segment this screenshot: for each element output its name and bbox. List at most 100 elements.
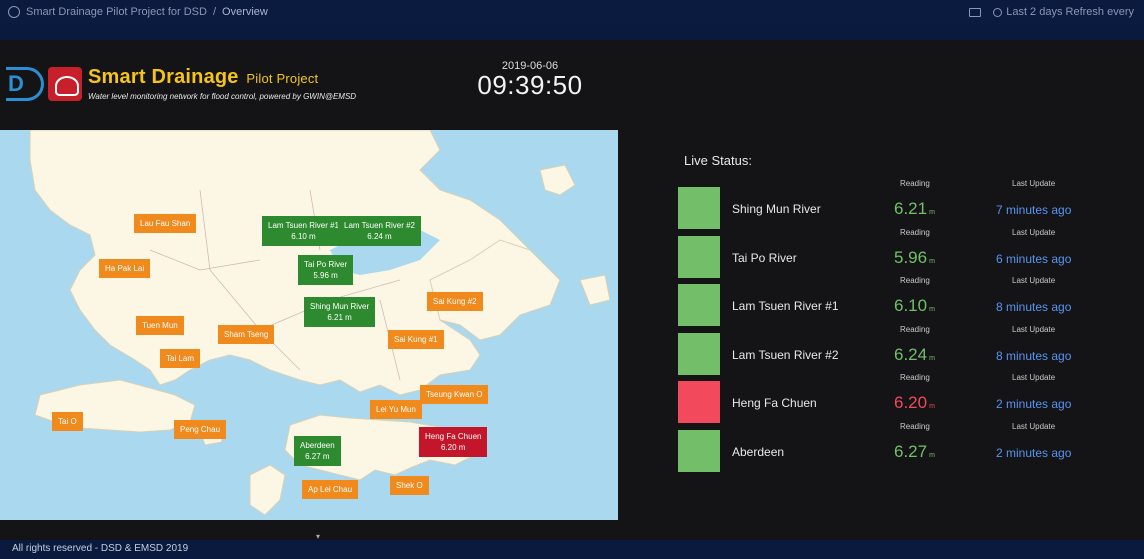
site-name: Aberdeen	[732, 445, 785, 459]
status-swatch	[678, 381, 720, 423]
dashboard-app-icon[interactable]	[8, 6, 20, 18]
marker-label: Tai Po River	[304, 260, 348, 269]
reading-label: Reading	[900, 276, 930, 285]
status-row-heng-fa-chuen: Heng Fa Chuen Reading 6.20 m Last Update …	[678, 373, 1138, 425]
last-update-label: Last Update	[1012, 179, 1056, 188]
marker-label: Tseung Kwan O	[426, 390, 483, 399]
last-update-label: Last Update	[1012, 276, 1056, 285]
station-map[interactable]: Lau Fau Shan Ha Pak Lai Tuen Mun Tai Lam…	[0, 130, 618, 520]
time-range-picker[interactable]: Last 2 days Refresh every	[993, 6, 1134, 18]
live-status-title: Live Status:	[684, 153, 752, 168]
status-swatch	[678, 236, 720, 278]
breadcrumb-current[interactable]: Overview	[222, 6, 268, 18]
map-marker-ha-pak-lai[interactable]: Ha Pak Lai	[99, 259, 151, 278]
marker-value: 6.24 m	[367, 232, 392, 241]
clock-icon	[993, 7, 1003, 17]
last-update-label: Last Update	[1012, 422, 1056, 431]
dashboard-panel: D Smart Drainage Pilot Project Water lev…	[0, 40, 1144, 540]
marker-label: Tai O	[58, 417, 77, 426]
marker-label: Sai Kung #2	[433, 297, 477, 306]
status-row-shing-mun-river: Shing Mun River Reading 6.21 m Last Updat…	[678, 179, 1138, 231]
reading-value: 6.10 m	[894, 296, 935, 315]
map-marker-shing-mun-river[interactable]: Shing Mun River 6.21 m	[304, 297, 376, 327]
map-marker-sai-kung-1[interactable]: Sai Kung #1	[388, 330, 444, 349]
last-update-label: Last Update	[1012, 228, 1056, 237]
breadcrumb-separator: /	[212, 6, 217, 18]
reading-value: 6.24 m	[894, 345, 935, 364]
map-marker-heng-fa-chuen[interactable]: Heng Fa Chuen 6.20 m	[419, 427, 488, 457]
status-swatch	[678, 284, 720, 326]
last-update-value: 8 minutes ago	[996, 300, 1072, 314]
status-swatch	[678, 333, 720, 375]
last-update-value: 8 minutes ago	[996, 349, 1072, 363]
map-marker-tai-lam[interactable]: Tai Lam	[160, 349, 201, 368]
map-marker-tuen-mun[interactable]: Tuen Mun	[136, 316, 184, 335]
status-row-lam-tsuen-river-1: Lam Tsuen River #1 Reading 6.10 m Last Up…	[678, 276, 1138, 328]
map-marker-ap-lei-chau[interactable]: Ap Lei Chau	[302, 480, 359, 499]
marker-label: Aberdeen	[300, 441, 335, 450]
marker-label: Ha Pak Lai	[105, 264, 145, 273]
last-update-value: 2 minutes ago	[996, 397, 1072, 411]
map-marker-lei-yu-mun[interactable]: Lei Yu Mun	[370, 400, 422, 419]
dashboard-header: D Smart Drainage Pilot Project Water lev…	[0, 40, 1144, 130]
site-name: Tai Po River	[732, 251, 797, 265]
reading-label: Reading	[900, 228, 930, 237]
map-marker-sai-kung-2[interactable]: Sai Kung #2	[427, 292, 483, 311]
map-marker-lau-fau-shan[interactable]: Lau Fau Shan	[134, 214, 197, 233]
status-row-aberdeen: Aberdeen Reading 6.27 m Last Update 2 min…	[678, 422, 1138, 474]
marker-label: Lam Tsuen River #1	[268, 221, 339, 230]
app-tagline: Water level monitoring network for flood…	[88, 92, 357, 101]
emsd-logo	[48, 67, 82, 101]
status-row-tai-po-river: Tai Po River Reading 5.96 m Last Update 6…	[678, 228, 1138, 280]
last-update-value: 6 minutes ago	[996, 252, 1072, 266]
reading-label: Reading	[900, 422, 930, 431]
marker-label: Tuen Mun	[142, 321, 178, 330]
breadcrumb: Smart Drainage Pilot Project for DSD / O…	[8, 6, 268, 18]
marker-label: Heng Fa Chuen	[425, 432, 482, 441]
site-name: Shing Mun River	[732, 202, 821, 216]
footer-copyright: All rights reserved - DSD & EMSD 2019	[12, 543, 189, 554]
reading-label: Reading	[900, 179, 930, 188]
dsd-logo: D	[6, 67, 44, 101]
marker-label: Tai Lam	[166, 354, 195, 363]
reading-value: 6.27 m	[894, 442, 935, 461]
map-marker-peng-chau[interactable]: Peng Chau	[174, 420, 227, 439]
marker-label: Shing Mun River	[310, 302, 370, 311]
marker-value: 6.21 m	[327, 313, 352, 322]
status-row-lam-tsuen-river-2: Lam Tsuen River #2 Reading 6.24 m Last Up…	[678, 325, 1138, 377]
reading-value: 5.96 m	[894, 248, 935, 267]
tv-mode-icon[interactable]	[969, 7, 982, 17]
reading-label: Reading	[900, 373, 930, 382]
map-marker-aberdeen[interactable]: Aberdeen 6.27 m	[294, 436, 341, 466]
marker-label: Sham Tseng	[224, 330, 269, 339]
app-title-suffix: Pilot Project	[246, 71, 319, 86]
marker-label: Peng Chau	[180, 425, 221, 434]
marker-value: 5.96 m	[313, 271, 338, 280]
last-update-label: Last Update	[1012, 325, 1056, 334]
marker-label: Sai Kung #1	[394, 335, 438, 344]
map-marker-tai-o[interactable]: Tai O	[52, 412, 83, 431]
last-update-value: 7 minutes ago	[996, 203, 1072, 217]
breadcrumb-folder[interactable]: Smart Drainage Pilot Project for DSD	[26, 6, 207, 18]
map-marker-shek-o[interactable]: Shek O	[390, 476, 429, 495]
marker-label: Lei Yu Mun	[376, 405, 416, 414]
map-marker-tseung-kwan-o[interactable]: Tseung Kwan O	[420, 385, 489, 404]
map-marker-sham-tseng[interactable]: Sham Tseng	[218, 325, 275, 344]
collapse-caret-icon[interactable]: ▾	[316, 532, 320, 541]
app-title-main: Smart Drainage	[88, 66, 239, 88]
current-time: 09:39:50	[477, 70, 583, 100]
marker-value: 6.10 m	[291, 232, 316, 241]
marker-label: Lau Fau Shan	[140, 219, 191, 228]
reading-value: 6.20 m	[894, 393, 935, 412]
map-marker-lam-tsuen-river-2[interactable]: Lam Tsuen River #2 6.24 m	[338, 216, 421, 246]
map-marker-lam-tsuen-river-1[interactable]: Lam Tsuen River #1 6.10 m	[262, 216, 345, 246]
marker-value: 6.27 m	[305, 452, 330, 461]
status-swatch	[678, 430, 720, 472]
map-marker-tai-po-river[interactable]: Tai Po River 5.96 m	[298, 255, 354, 285]
marker-label: Shek O	[396, 481, 423, 490]
reading-value: 6.21 m	[894, 199, 935, 218]
reading-label: Reading	[900, 325, 930, 334]
site-name: Lam Tsuen River #2	[732, 348, 839, 362]
marker-label: Lam Tsuen River #2	[344, 221, 415, 230]
last-update-value: 2 minutes ago	[996, 446, 1072, 460]
